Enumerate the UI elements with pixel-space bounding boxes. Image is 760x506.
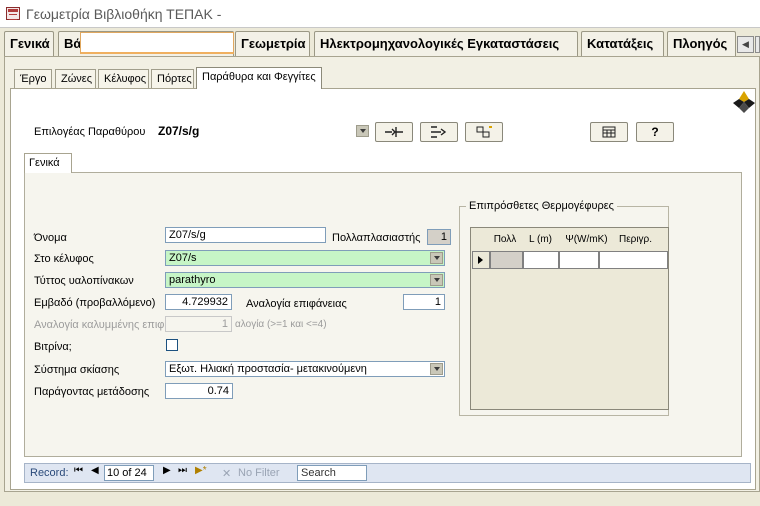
subtab-zones[interactable]: Ζώνες: [55, 69, 96, 88]
next-record-icon[interactable]: ▶: [163, 465, 171, 476]
multiplicity-field[interactable]: 1: [427, 229, 451, 245]
logo-icon: [733, 91, 755, 113]
current-record-icon: [478, 256, 483, 264]
form-icon: [6, 7, 20, 20]
export-arrow-icon: [431, 126, 447, 138]
chevron-down-icon[interactable]: [430, 363, 443, 375]
no-filter-label[interactable]: No Filter: [238, 467, 280, 479]
search-input[interactable]: Search: [297, 465, 367, 481]
new-row-cell[interactable]: [490, 251, 523, 269]
chevron-down-icon[interactable]: [430, 274, 443, 286]
shading-combo[interactable]: Εξωτ. Ηλιακή προστασία- μετακινούμενη: [165, 361, 445, 377]
new-row-cell[interactable]: [559, 251, 599, 269]
chevron-down-icon[interactable]: [430, 252, 443, 264]
covered-ratio-hint: αλογία (>=1 και <=4): [235, 319, 327, 330]
shading-label: Σύστημα σκίασης: [34, 364, 120, 376]
name-label: Όνομα: [34, 232, 67, 244]
help-icon: ?: [651, 125, 659, 139]
new-row-cell[interactable]: [599, 251, 668, 269]
covered-ratio-field: 1: [165, 316, 232, 332]
column-header[interactable]: L (m): [523, 229, 558, 250]
area-label: Εμβαδό (προβαλλόμενο): [34, 297, 156, 309]
new-record-icon[interactable]: ▶*: [195, 465, 207, 476]
surface-ratio-field[interactable]: 1: [403, 294, 445, 310]
subtab-project[interactable]: Έργο: [14, 69, 52, 88]
chevron-down-icon[interactable]: [356, 125, 369, 137]
selector-label: Επιλογέας Παραθύρου: [34, 126, 146, 138]
previous-record-icon[interactable]: ◀: [91, 465, 99, 476]
tab-scroll-left-icon[interactable]: ◀: [737, 36, 754, 53]
shading-value: Εξωτ. Ηλιακή προστασία- μετακινούμενη: [169, 363, 367, 375]
duplicate-button[interactable]: [465, 122, 503, 142]
link-window-button[interactable]: [375, 122, 413, 142]
window-title: Γεωμετρία Βιβλιοθήκη ΤΕΠΑΚ -: [26, 6, 222, 22]
covered-ratio-label: Αναλογία καλυμμένης επιφ: [34, 319, 165, 331]
calculator-icon: [602, 126, 616, 138]
export-button[interactable]: [420, 122, 458, 142]
calculator-button[interactable]: [590, 122, 628, 142]
subtab-doors[interactable]: Πόρτες: [151, 69, 194, 88]
glazing-label: Τύττος υαλοπίνακων: [34, 275, 134, 287]
shell-value: Z07/s: [169, 252, 197, 264]
transfer-field[interactable]: 0.74: [165, 383, 233, 399]
vitrine-checkbox[interactable]: [166, 339, 178, 351]
thermal-bridges-title: Επιπρόσθετες Θερμογέφυρες: [466, 200, 617, 212]
tab-general[interactable]: Γενικά: [4, 31, 54, 56]
help-button[interactable]: ?: [636, 122, 674, 142]
tab-rename-field[interactable]: [80, 32, 234, 54]
first-record-icon[interactable]: ⏮: [74, 465, 83, 476]
surface-ratio-label: Αναλογία επιφάνειας: [246, 298, 347, 310]
multiplicity-label: Πολλαπλασιαστής: [332, 232, 421, 244]
column-header[interactable]: Περιγρ.: [613, 229, 658, 250]
tab-scroll-right-icon[interactable]: [755, 36, 760, 53]
shell-combo[interactable]: Z07/s: [165, 250, 445, 266]
record-position-field[interactable]: 10 of 24: [104, 465, 154, 481]
area-field[interactable]: 4.729932: [165, 294, 232, 310]
filter-icon[interactable]: ✕: [222, 467, 231, 480]
vitrine-label: Βιτρίνα;: [34, 341, 72, 353]
window-selector-value: Z07/s/g: [158, 124, 200, 138]
glazing-combo[interactable]: parathyro: [165, 272, 445, 288]
new-row-cell[interactable]: [523, 251, 559, 269]
duplicate-window-icon: [476, 126, 492, 138]
record-label: Record:: [30, 467, 69, 479]
subtab-windows[interactable]: Παράθυρα και Φεγγίτες: [196, 67, 322, 89]
transfer-label: Παράγοντας μετάδοσης: [34, 386, 150, 398]
glazing-value: parathyro: [169, 274, 216, 286]
column-header[interactable]: Ψ(W/mK): [558, 229, 615, 250]
tab-geometry[interactable]: Γεωμετρία: [235, 31, 310, 56]
record-selector[interactable]: [472, 251, 490, 269]
subtab-shell[interactable]: Κέλυφος: [98, 69, 149, 88]
link-window-icon: [385, 127, 403, 137]
window-selector-combo[interactable]: Z07/s/g: [155, 122, 370, 140]
last-record-icon[interactable]: ⏭: [178, 465, 187, 476]
tab-navigator[interactable]: Πλοηγός: [667, 31, 736, 56]
shell-label: Στο κέλυφος: [34, 253, 94, 265]
inner-tab-general[interactable]: Γενικά: [24, 153, 72, 173]
tab-electromechanical[interactable]: Ηλεκτρομηχανολογικές Εγκαταστάσεις: [314, 31, 578, 56]
name-field[interactable]: Z07/s/g: [165, 227, 326, 243]
column-header[interactable]: Πολλ: [490, 229, 520, 250]
tab-classifications[interactable]: Κατατάξεις: [581, 31, 664, 56]
